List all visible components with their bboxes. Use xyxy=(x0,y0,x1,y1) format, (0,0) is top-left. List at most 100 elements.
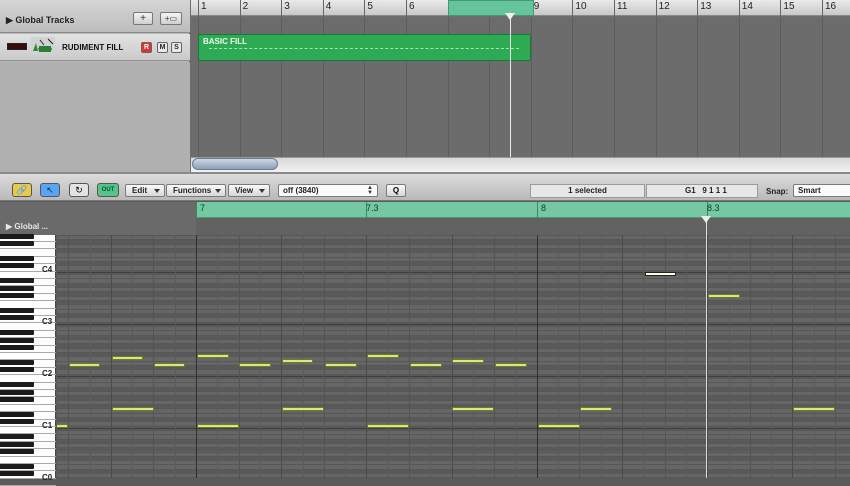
arrange-grid-line xyxy=(697,17,699,157)
ruler-bar-tick xyxy=(322,0,324,16)
piano-roll-playhead-line[interactable] xyxy=(706,218,707,478)
track-name[interactable]: RUDIMENT FILL xyxy=(62,43,123,52)
piano-keyboard[interactable]: C4 C3 C2 C1 C0 xyxy=(0,233,56,486)
black-key[interactable] xyxy=(0,434,34,440)
black-key[interactable] xyxy=(0,307,34,313)
black-key[interactable] xyxy=(0,463,34,469)
quantize-select[interactable]: off (3840) ▲ ▼ xyxy=(278,184,378,197)
midi-region[interactable]: BASIC FILL xyxy=(198,34,531,61)
catch-playhead-icon[interactable]: ↻ xyxy=(69,183,89,197)
midi-note[interactable] xyxy=(495,363,527,367)
view-menu[interactable]: View xyxy=(228,184,270,197)
midi-note[interactable] xyxy=(538,424,580,428)
bar-line xyxy=(536,235,538,478)
black-key[interactable] xyxy=(0,330,34,336)
mute-button[interactable]: M xyxy=(157,42,168,53)
black-key[interactable] xyxy=(0,367,34,373)
piano-roll-global-tracks[interactable]: ▶ Global ... xyxy=(0,202,196,235)
selected-midi-note[interactable] xyxy=(645,272,676,276)
black-key[interactable] xyxy=(0,292,34,298)
black-key[interactable] xyxy=(0,337,34,343)
midi-note[interactable] xyxy=(410,363,442,367)
black-key[interactable] xyxy=(0,263,34,269)
piano-roll-note-grid[interactable] xyxy=(57,235,850,478)
ruler-bar-number: 4 xyxy=(325,1,332,12)
record-enable-button[interactable]: R xyxy=(141,42,152,53)
midi-note[interactable] xyxy=(452,359,484,363)
midi-note[interactable] xyxy=(282,407,324,411)
midi-note[interactable] xyxy=(367,354,399,358)
piano-roll-global-disclosure[interactable]: ▶ Global ... xyxy=(6,222,48,231)
playhead-marker-icon[interactable] xyxy=(505,13,515,20)
midi-note[interactable] xyxy=(69,363,100,367)
black-key[interactable] xyxy=(0,285,34,291)
black-key[interactable] xyxy=(0,471,34,477)
edit-menu-label: Edit xyxy=(132,186,148,195)
black-key[interactable] xyxy=(0,278,34,284)
black-key[interactable] xyxy=(0,233,34,239)
grid-subdivision-line xyxy=(174,235,176,478)
octave-divider xyxy=(57,428,850,429)
black-key[interactable] xyxy=(0,411,34,417)
ruler-bar-number: 12 xyxy=(658,1,670,12)
ruler-bar-tick xyxy=(780,0,782,16)
midi-note[interactable] xyxy=(112,356,143,360)
midi-note[interactable] xyxy=(197,354,229,358)
midi-note[interactable] xyxy=(325,363,357,367)
black-key[interactable] xyxy=(0,419,34,425)
track-row[interactable]: RUDIMENT FILL R M S xyxy=(0,34,190,61)
quantize-button[interactable]: Q xyxy=(386,184,406,197)
black-key[interactable] xyxy=(0,359,34,365)
midi-note[interactable] xyxy=(708,294,740,298)
edit-menu[interactable]: Edit xyxy=(125,184,165,197)
beat-line xyxy=(579,235,581,478)
position-time: 9 1 1 1 xyxy=(702,186,727,195)
piano-roll-ruler[interactable]: 7 7.3 8 8.3 xyxy=(196,202,850,218)
midi-note[interactable] xyxy=(197,424,239,428)
black-key[interactable] xyxy=(0,448,34,454)
beat-line xyxy=(323,235,325,478)
position-pitch: G1 xyxy=(685,186,696,195)
black-key[interactable] xyxy=(0,344,34,350)
midi-note[interactable] xyxy=(282,359,313,363)
global-tracks-disclosure[interactable]: ▶ Global Tracks xyxy=(6,15,74,26)
global-tracks-row[interactable]: ▶ Global Tracks + +▭ xyxy=(0,0,190,33)
pointer-tool-icon[interactable]: ↖ xyxy=(40,183,60,197)
black-key[interactable] xyxy=(0,255,34,261)
piano-roll-global-lane[interactable] xyxy=(196,218,850,235)
ruler-bar-tick xyxy=(364,0,366,16)
octave-divider xyxy=(57,272,850,273)
link-icon[interactable]: 🔗 xyxy=(12,183,32,197)
horizontal-scrollbar[interactable] xyxy=(191,157,850,172)
midi-note[interactable] xyxy=(57,424,68,428)
black-key[interactable] xyxy=(0,396,34,402)
playhead-marker-icon[interactable] xyxy=(701,216,711,223)
solo-button[interactable]: S xyxy=(171,42,182,53)
beat-line xyxy=(68,235,70,478)
midi-note[interactable] xyxy=(239,363,271,367)
cycle-range[interactable] xyxy=(448,0,534,16)
beat-line xyxy=(153,235,155,478)
midi-out-button[interactable]: OUT xyxy=(97,183,119,197)
track-list-empty-area[interactable] xyxy=(0,62,190,172)
black-key[interactable] xyxy=(0,389,34,395)
functions-menu[interactable]: Functions xyxy=(166,184,226,197)
white-key[interactable] xyxy=(0,457,56,464)
midi-note[interactable] xyxy=(793,407,835,411)
scrollbar-thumb[interactable] xyxy=(192,158,278,170)
functions-menu-label: Functions xyxy=(173,186,212,195)
midi-note[interactable] xyxy=(452,407,494,411)
add-track-button[interactable]: + xyxy=(133,12,153,25)
black-key[interactable] xyxy=(0,441,34,447)
grid-subdivision-line xyxy=(600,235,602,478)
midi-note[interactable] xyxy=(112,407,154,411)
add-folder-button[interactable]: +▭ xyxy=(160,12,182,25)
midi-note[interactable] xyxy=(580,407,612,411)
midi-note[interactable] xyxy=(367,424,409,428)
midi-note[interactable] xyxy=(154,363,185,367)
black-key[interactable] xyxy=(0,240,34,246)
playhead-line[interactable] xyxy=(510,13,511,157)
black-key[interactable] xyxy=(0,382,34,388)
snap-select[interactable]: Smart xyxy=(793,184,850,197)
black-key[interactable] xyxy=(0,315,34,321)
